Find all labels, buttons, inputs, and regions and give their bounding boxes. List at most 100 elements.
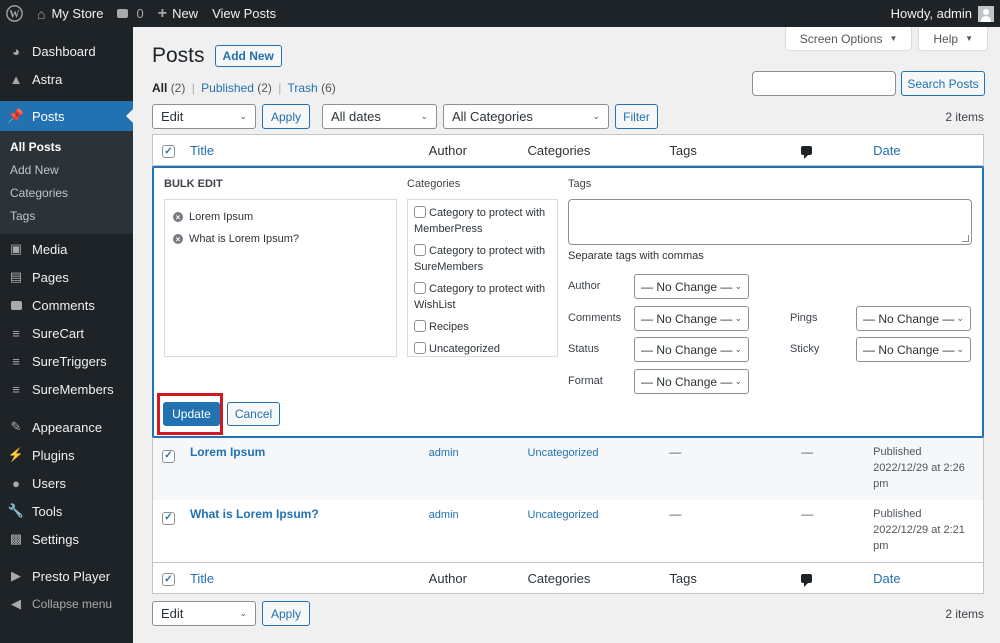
comments-count: 0 <box>136 6 144 21</box>
user-icon: ● <box>12 475 20 491</box>
sidebar-item-pages[interactable]: ▤ Pages <box>0 263 133 291</box>
sidebar-item-users[interactable]: ● Users <box>0 469 133 497</box>
bulk-action-select-bottom[interactable]: Edit ⌄ <box>152 601 256 626</box>
category-checkbox[interactable] <box>414 320 426 332</box>
post-title-link[interactable]: Lorem Ipsum <box>190 445 265 459</box>
my-account-link[interactable]: Howdy, admin <box>884 0 1000 27</box>
update-button[interactable]: Update <box>163 402 220 426</box>
sidebar-item-label: SureMembers <box>32 381 114 397</box>
submenu-categories[interactable]: Categories <box>0 182 133 205</box>
sidebar-item-settings[interactable]: ▩ Settings <box>0 525 133 553</box>
category-checkbox[interactable] <box>414 282 426 294</box>
status-select[interactable]: — No Change — ⌄ <box>634 337 749 362</box>
sidebar-item-label: Media <box>32 241 68 257</box>
submenu-tags[interactable]: Tags <box>0 205 133 228</box>
comments-label: Comments <box>568 312 622 324</box>
add-new-button[interactable]: Add New <box>214 45 282 67</box>
category-link[interactable]: Uncategorized <box>528 509 599 521</box>
column-title-sort[interactable]: Title <box>190 143 214 158</box>
search-input[interactable] <box>752 71 896 96</box>
post-title-link[interactable]: What is Lorem Ipsum? <box>190 507 319 521</box>
row-checkbox[interactable]: ✓ <box>162 511 175 525</box>
sidebar-item-tools[interactable]: 🔧 Tools <box>0 497 133 525</box>
select-all-checkbox[interactable]: ✓ <box>162 145 175 159</box>
category-filter-select[interactable]: All Categories ⌄ <box>443 104 609 129</box>
remove-post-icon[interactable]: × <box>173 234 183 244</box>
apply-button-bottom[interactable]: Apply <box>262 601 310 626</box>
apply-button[interactable]: Apply <box>262 104 310 129</box>
table-row: ✓ Lorem Ipsum admin Uncategorized — — Pu… <box>153 438 983 500</box>
sidebar-item-appearance[interactable]: ✎ Appearance <box>0 413 133 441</box>
brush-icon: ✎ <box>10 419 22 434</box>
sidebar-item-label: Presto Player <box>32 568 111 584</box>
sidebar-item-suretriggers[interactable]: ≡ SureTriggers <box>0 347 133 375</box>
author-select[interactable]: — No Change — ⌄ <box>634 274 749 299</box>
sticky-select[interactable]: — No Change — ⌄ <box>856 337 971 362</box>
sidebar-item-label: Astra <box>32 71 63 87</box>
new-content-link[interactable]: + New <box>151 0 205 27</box>
chevron-down-icon: ⌄ <box>734 313 742 323</box>
view-posts-link[interactable]: View Posts <box>205 0 283 27</box>
sidebar-item-suremembers[interactable]: ≡ SureMembers <box>0 375 133 403</box>
row-checkbox[interactable]: ✓ <box>162 449 175 463</box>
format-select[interactable]: — No Change — ⌄ <box>634 369 749 394</box>
date-filter-select[interactable]: All dates ⌄ <box>322 104 437 129</box>
category-checkbox[interactable] <box>414 206 426 218</box>
collapse-menu-button[interactable]: ◀ Collapse menu <box>0 590 133 618</box>
pages-icon: ▤ <box>9 269 23 284</box>
tags-textarea[interactable] <box>568 199 972 245</box>
sidebar-item-label: Dashboard <box>32 43 96 59</box>
category-option[interactable]: Uncategorized <box>414 341 551 356</box>
sidebar-item-surecart[interactable]: ≡ SureCart <box>0 319 133 347</box>
avatar <box>978 5 994 22</box>
sidebar-item-comments[interactable]: Comments <box>0 291 133 319</box>
sidebar-item-posts[interactable]: 📌 Posts <box>0 101 133 131</box>
view-all[interactable]: All (2) <box>152 81 185 95</box>
site-name-link[interactable]: ⌂ My Store <box>30 0 110 27</box>
submenu-all-posts[interactable]: All Posts <box>0 136 133 159</box>
view-trash[interactable]: Trash (6) <box>288 81 336 95</box>
search-posts-button[interactable]: Search Posts <box>901 71 985 96</box>
comments-cell: — <box>801 445 814 459</box>
category-checkbox[interactable] <box>414 342 426 354</box>
date-cell: Published 2022/12/29 at 2:26 pm <box>873 446 965 490</box>
chevron-down-icon: ⌄ <box>592 111 600 121</box>
author-link[interactable]: admin <box>429 509 459 521</box>
category-option[interactable]: Category to protect with MemberPress <box>414 205 551 237</box>
pings-select[interactable]: — No Change — ⌄ <box>856 306 971 331</box>
category-link[interactable]: Uncategorized <box>528 447 599 459</box>
sticky-label: Sticky <box>790 343 820 355</box>
comments-select[interactable]: — No Change — ⌄ <box>634 306 749 331</box>
dashboard-icon: ◕ <box>12 43 20 59</box>
tablenav-top: Edit ⌄ Apply All dates ⌄ All Categories ⌄ F… <box>152 104 984 129</box>
screen-meta-links: Screen Options ▼ Help ▼ <box>779 27 988 51</box>
bulk-action-select[interactable]: Edit ⌄ <box>152 104 256 129</box>
select-all-checkbox-footer[interactable]: ✓ <box>162 573 175 587</box>
help-button[interactable]: Help ▼ <box>918 27 988 51</box>
sidebar-item-astra[interactable]: ▲ Astra <box>0 65 133 93</box>
filter-button[interactable]: Filter <box>615 104 658 129</box>
author-link[interactable]: admin <box>429 447 459 459</box>
sidebar-item-plugins[interactable]: ⚡ Plugins <box>0 441 133 469</box>
screen-options-button[interactable]: Screen Options ▼ <box>784 27 913 51</box>
category-option[interactable]: Recipes <box>414 319 551 335</box>
column-date-sort[interactable]: Date <box>873 571 900 586</box>
column-tags: Tags <box>669 142 697 158</box>
suremembers-icon: ≡ <box>12 381 20 397</box>
column-date-sort[interactable]: Date <box>873 143 900 158</box>
column-title-sort[interactable]: Title <box>190 571 214 586</box>
category-option[interactable]: Category to protect with WishList <box>414 281 551 313</box>
sidebar-item-label: Tools <box>32 503 63 519</box>
cancel-button[interactable]: Cancel <box>227 402 280 426</box>
wordpress-logo-button[interactable]: W <box>0 0 30 27</box>
category-option[interactable]: Category to protect with SureMembers <box>414 243 551 275</box>
sidebar-item-media[interactable]: ▣ Media <box>0 235 133 263</box>
remove-post-icon[interactable]: × <box>173 212 183 222</box>
items-count: 2 items <box>945 109 984 124</box>
submenu-add-new[interactable]: Add New <box>0 159 133 182</box>
comments-link[interactable]: 0 <box>110 0 150 27</box>
view-published[interactable]: Published (2) <box>201 81 272 95</box>
sidebar-item-presto-player[interactable]: ▶ Presto Player <box>0 562 133 590</box>
category-checkbox[interactable] <box>414 244 426 256</box>
sidebar-item-dashboard[interactable]: ◕ Dashboard <box>0 37 133 65</box>
